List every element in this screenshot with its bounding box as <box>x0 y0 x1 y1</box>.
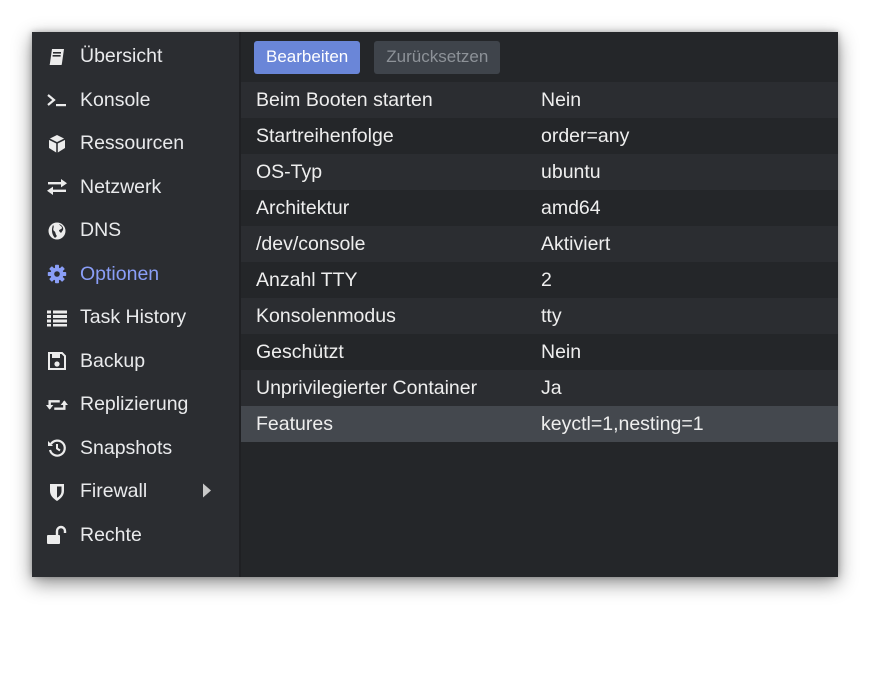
sidebar-item-netzwerk[interactable]: Netzwerk <box>32 166 239 210</box>
sidebar-item-label: Konsole <box>80 88 151 111</box>
sidebar-item-label: Ressourcen <box>80 132 185 155</box>
sidebar-item-optionen[interactable]: Optionen <box>32 253 239 297</box>
option-value: order=any <box>541 124 630 147</box>
submenu-arrow-icon[interactable] <box>202 480 212 503</box>
shield-icon <box>46 481 68 503</box>
sidebar-item-label: Rechte <box>80 523 142 546</box>
option-key: Anzahl TTY <box>256 268 358 291</box>
sidebar-item-ressourcen[interactable]: Ressourcen <box>32 122 239 166</box>
sidebar-item-label: Backup <box>80 349 146 372</box>
sidebar-item-uebersicht[interactable]: Übersicht <box>32 35 239 79</box>
option-value: keyctl=1,nesting=1 <box>541 412 704 435</box>
cube-icon <box>46 133 68 155</box>
retweet-icon <box>46 394 68 416</box>
option-key: Startreihenfolge <box>256 124 394 147</box>
sidebar-item-snapshots[interactable]: Snapshots <box>32 427 239 471</box>
option-key: Konsolenmodus <box>256 304 396 327</box>
sidebar-item-label: Snapshots <box>80 436 173 459</box>
option-key: Architektur <box>256 196 350 219</box>
option-value: tty <box>541 304 562 327</box>
floppy-disk-icon <box>46 350 68 372</box>
option-key: Geschützt <box>256 340 344 363</box>
terminal-icon <box>46 89 68 111</box>
option-value: Ja <box>541 376 562 399</box>
globe-icon <box>46 220 68 242</box>
edit-button[interactable]: Bearbeiten <box>254 40 361 74</box>
sidebar-item-konsole[interactable]: Konsole <box>32 79 239 123</box>
table-row[interactable]: Beim Booten starten Nein <box>241 82 838 118</box>
exchange-icon <box>46 176 68 198</box>
option-value: Nein <box>541 340 582 363</box>
table-row-selected[interactable]: Features keyctl=1,nesting=1 <box>241 406 838 442</box>
option-key: Beim Booten starten <box>256 88 433 111</box>
sidebar-item-label: Task History <box>80 306 187 329</box>
sidebar-item-label: DNS <box>80 219 122 242</box>
table-row[interactable]: /dev/console Aktiviert <box>241 226 838 262</box>
sidebar-item-firewall[interactable]: Firewall <box>32 470 239 514</box>
option-key: Features <box>256 412 333 435</box>
reset-button[interactable]: Zurücksetzen <box>374 40 501 74</box>
list-icon <box>46 307 68 329</box>
table-row[interactable]: Unprivilegierter Container Ja <box>241 370 838 406</box>
option-value: ubuntu <box>541 160 601 183</box>
option-value: Nein <box>541 88 582 111</box>
gear-icon <box>46 263 68 285</box>
option-key: Unprivilegierter Container <box>256 376 478 399</box>
unlock-icon <box>46 524 68 546</box>
options-grid: Beim Booten starten Nein Startreihenfolg… <box>241 82 838 442</box>
sidebar-item-backup[interactable]: Backup <box>32 340 239 384</box>
options-panel: Bearbeiten Zurücksetzen Beim Booten star… <box>241 32 838 577</box>
history-icon <box>46 437 68 459</box>
option-value: amd64 <box>541 196 601 219</box>
toolbar: Bearbeiten Zurücksetzen <box>241 32 838 82</box>
book-icon <box>46 46 68 68</box>
table-row[interactable]: Geschützt Nein <box>241 334 838 370</box>
table-row[interactable]: Architektur amd64 <box>241 190 838 226</box>
options-window: Übersicht Konsole Ressourcen Netzwerk DN <box>32 32 838 577</box>
option-key: OS-Typ <box>256 160 323 183</box>
sidebar-item-dns[interactable]: DNS <box>32 209 239 253</box>
sidebar: Übersicht Konsole Ressourcen Netzwerk DN <box>32 32 241 577</box>
sidebar-item-label: Firewall <box>80 480 148 503</box>
sidebar-item-label: Netzwerk <box>80 175 162 198</box>
table-row[interactable]: Konsolenmodus tty <box>241 298 838 334</box>
sidebar-item-label: Optionen <box>80 262 160 285</box>
table-row[interactable]: OS-Typ ubuntu <box>241 154 838 190</box>
sidebar-item-label: Replizierung <box>80 393 189 416</box>
sidebar-item-task-history[interactable]: Task History <box>32 296 239 340</box>
option-value: Aktiviert <box>541 232 611 255</box>
sidebar-item-rechte[interactable]: Rechte <box>32 514 239 558</box>
option-key: /dev/console <box>256 232 366 255</box>
sidebar-item-label: Übersicht <box>80 45 163 68</box>
option-value: 2 <box>541 268 552 291</box>
sidebar-item-replizierung[interactable]: Replizierung <box>32 383 239 427</box>
table-row[interactable]: Startreihenfolge order=any <box>241 118 838 154</box>
table-row[interactable]: Anzahl TTY 2 <box>241 262 838 298</box>
